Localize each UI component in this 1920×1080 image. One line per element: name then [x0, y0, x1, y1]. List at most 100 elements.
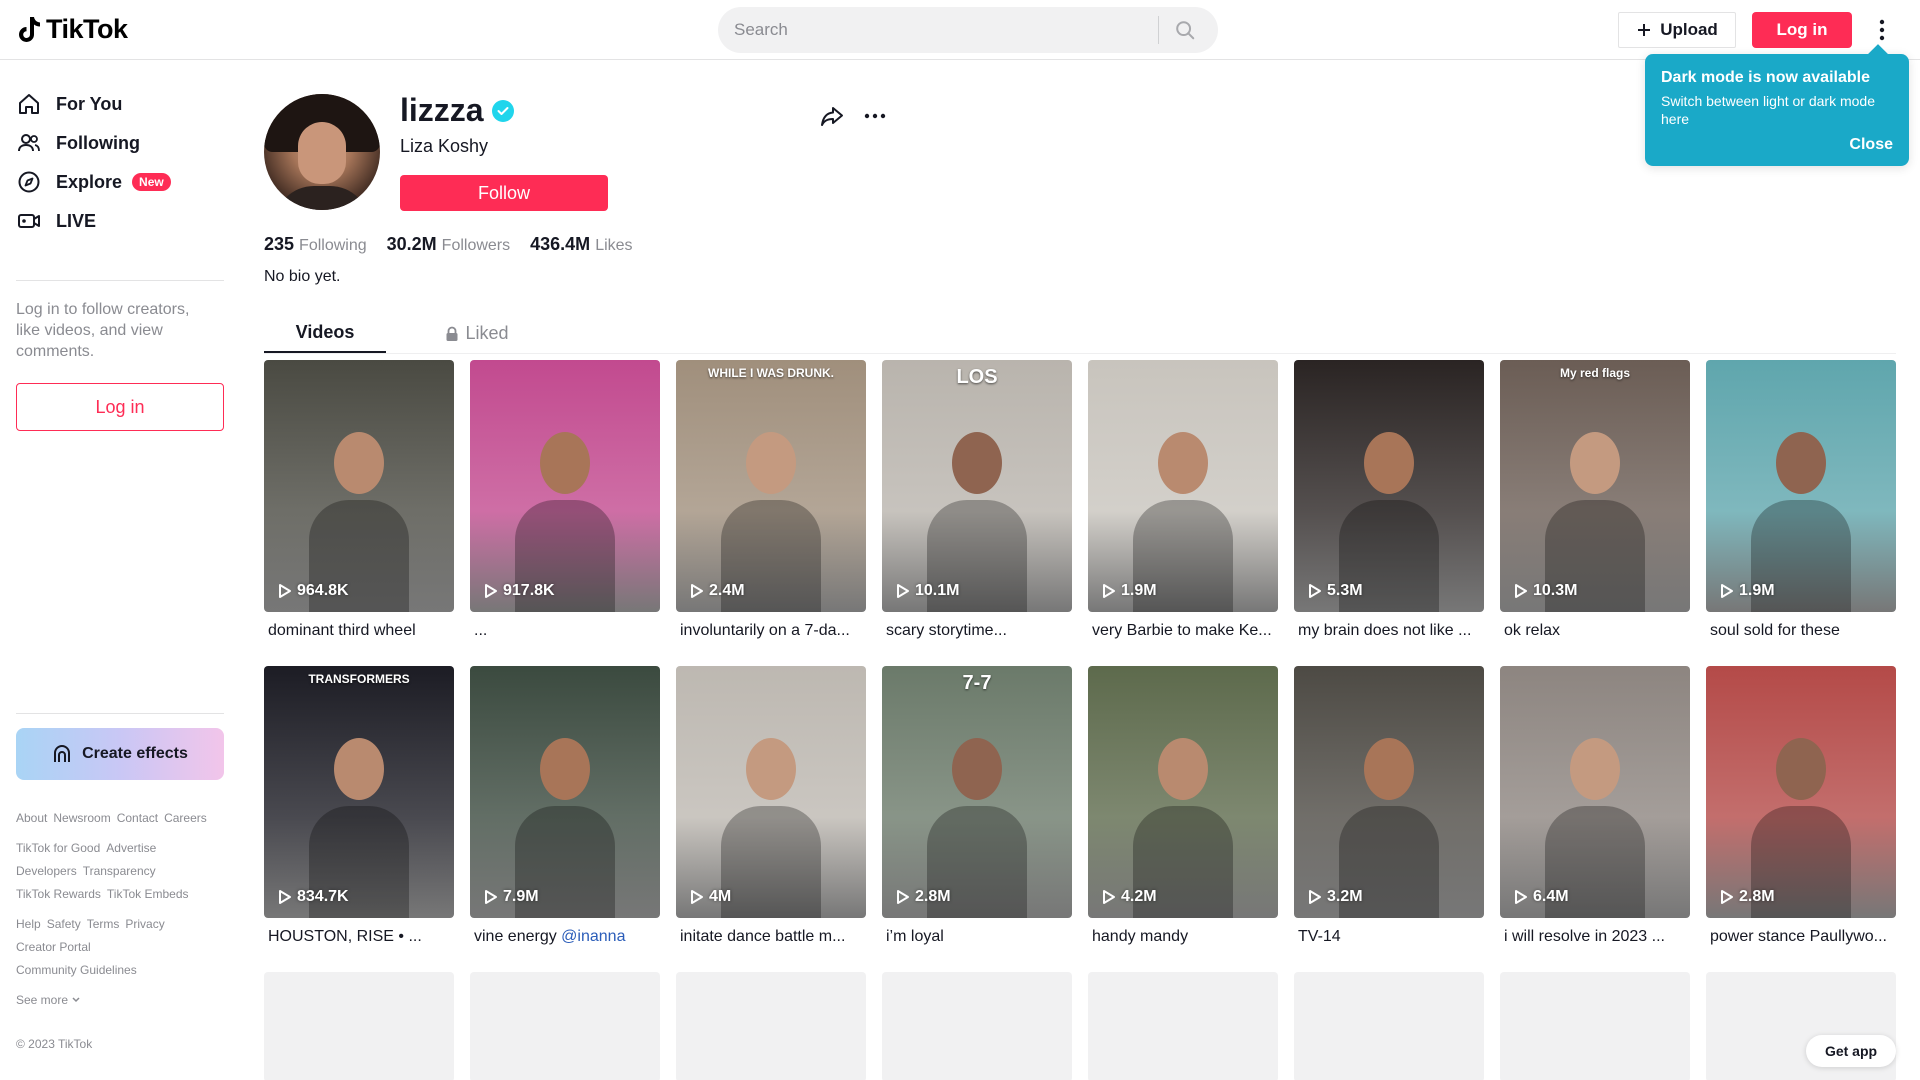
nav-for-you[interactable]: For You	[16, 84, 122, 124]
video-thumbnail[interactable]: WHILE I WAS DRUNK. 2.4M	[676, 360, 866, 612]
video-caption[interactable]: i’m loyal	[886, 928, 1072, 946]
video-thumbnail[interactable]: 4.2M	[1088, 666, 1278, 918]
play-icon	[485, 890, 497, 904]
tiktok-logo[interactable]: TikTok	[16, 14, 128, 45]
video-thumbnail[interactable]: 1.9M	[1088, 360, 1278, 612]
stat-value: 235	[264, 234, 295, 254]
view-count: 7.9M	[484, 888, 539, 906]
footer-link-tiktok-embeds[interactable]: TikTok Embeds	[107, 887, 189, 901]
video-caption[interactable]: scary storytime...	[886, 622, 1072, 640]
search-input[interactable]	[718, 7, 1158, 53]
video-caption[interactable]: soul sold for these	[1710, 622, 1896, 640]
footer-link-tiktok-for-good[interactable]: TikTok for Good	[16, 841, 100, 855]
get-app-button[interactable]: Get app	[1806, 1035, 1896, 1067]
footer-link-newsroom[interactable]: Newsroom	[53, 811, 110, 825]
video-caption[interactable]: very Barbie to make Ke...	[1092, 622, 1278, 640]
video-caption[interactable]: power stance Paullywo...	[1710, 928, 1896, 946]
stat-following[interactable]: 235 Following	[264, 234, 367, 255]
tiktok-logo-icon	[19, 16, 40, 42]
video-thumbnail[interactable]: 917.8K	[470, 360, 660, 612]
view-count-value: 6.4M	[1533, 888, 1569, 905]
video-caption[interactable]: ok relax	[1504, 622, 1690, 640]
share-button[interactable]	[818, 102, 846, 130]
footer-link-careers[interactable]: Careers	[164, 811, 207, 825]
tab-liked[interactable]: Liked	[416, 314, 538, 353]
footer-link-advertise[interactable]: Advertise	[106, 841, 156, 855]
caption-text: dominant third wheel	[268, 622, 416, 639]
footer-link-contact[interactable]: Contact	[117, 811, 158, 825]
profile-more-button[interactable]	[862, 104, 888, 128]
view-count-value: 1.9M	[1739, 582, 1775, 599]
video-thumbnail[interactable]: 7-7 2.8M	[882, 666, 1072, 918]
plus-icon	[1638, 24, 1651, 36]
footer-link-help[interactable]: Help	[16, 917, 41, 931]
video-thumbnail[interactable]: 7.9M	[470, 666, 660, 918]
video-thumbnail[interactable]: 5.3M	[1294, 360, 1484, 612]
more-menu-button[interactable]	[1872, 14, 1892, 46]
people-icon	[18, 134, 40, 152]
tooltip-close-button[interactable]: Close	[1849, 136, 1893, 154]
caption-mention-link[interactable]: @inanna	[561, 928, 625, 945]
profile-bio: No bio yet.	[264, 268, 341, 285]
nav-live[interactable]: LIVE	[16, 201, 96, 241]
view-count-value: 10.3M	[1533, 582, 1578, 599]
video-caption[interactable]: involuntarily on a 7-da...	[680, 622, 866, 640]
sidebar-login-button[interactable]: Log in	[16, 383, 224, 431]
footer-link-creator-portal[interactable]: Creator Portal	[16, 940, 91, 954]
stat-followers[interactable]: 30.2M Followers	[387, 234, 511, 255]
header-login-button[interactable]: Log in	[1752, 12, 1852, 48]
video-thumbnail[interactable]: 2.8M	[1706, 666, 1896, 918]
see-more-button[interactable]: See more	[16, 993, 81, 1007]
footer-row: Creator Portal	[16, 939, 97, 955]
sidebar: For You Following Explore New LIVE Log i…	[0, 60, 240, 1080]
video-thumbnail[interactable]: TRANSFORMERS 834.7K	[264, 666, 454, 918]
profile-stats: 235 Following 30.2M Followers 436.4M Likes	[264, 234, 633, 255]
video-caption[interactable]: initate dance battle m...	[680, 928, 866, 946]
nav-explore[interactable]: Explore New	[16, 162, 171, 202]
video-thumbnail[interactable]: 3.2M	[1294, 666, 1484, 918]
tab-videos[interactable]: Videos	[264, 314, 386, 353]
video-thumbnail[interactable]: 964.8K	[264, 360, 454, 612]
video-caption[interactable]: i will resolve in 2023 ...	[1504, 928, 1690, 946]
video-thumbnail[interactable]: 4M	[676, 666, 866, 918]
lock-icon	[446, 326, 458, 341]
footer-link-tiktok-rewards[interactable]: TikTok Rewards	[16, 887, 101, 901]
caption-text: involuntarily on a 7-da...	[680, 622, 850, 639]
search-bar	[718, 7, 1218, 53]
tooltip-body: Switch between light or dark mode here	[1661, 93, 1875, 127]
chevron-down-icon	[72, 997, 80, 1003]
view-count-value: 964.8K	[297, 582, 349, 599]
video-caption[interactable]: HOUSTON, RISE • ...	[268, 928, 454, 946]
footer-link-privacy[interactable]: Privacy	[125, 917, 164, 931]
footer-link-safety[interactable]: Safety	[47, 917, 81, 931]
more-vertical-icon	[1879, 19, 1885, 41]
video-caption[interactable]: dominant third wheel	[268, 622, 454, 640]
video-thumbnail[interactable]: My red flags 10.3M	[1500, 360, 1690, 612]
video-caption[interactable]: handy mandy	[1092, 928, 1278, 946]
footer-link-about[interactable]: About	[16, 811, 47, 825]
footer-link-developers[interactable]: Developers	[16, 864, 77, 878]
upload-button[interactable]: Upload	[1618, 12, 1736, 48]
video-caption[interactable]: my brain does not like ...	[1298, 622, 1484, 640]
nav-following[interactable]: Following	[16, 123, 140, 163]
video-caption[interactable]: ...	[474, 622, 660, 640]
thumbnail-overlay-text: 7-7	[962, 672, 992, 694]
video-thumbnail[interactable]: 1.9M	[1706, 360, 1896, 612]
footer-link-community-guidelines[interactable]: Community Guidelines	[16, 963, 137, 977]
thumbnail-figure-head	[1776, 432, 1826, 494]
view-count: 3.2M	[1308, 888, 1363, 906]
caption-text: soul sold for these	[1710, 622, 1840, 639]
tab-label: Liked	[465, 323, 509, 343]
search-button[interactable]	[1159, 7, 1211, 53]
video-placeholder	[1088, 972, 1278, 1080]
video-caption[interactable]: TV-14	[1298, 928, 1484, 946]
create-effects-button[interactable]: Create effects	[16, 728, 224, 780]
view-count: 2.8M	[1720, 888, 1775, 906]
footer-link-transparency[interactable]: Transparency	[83, 864, 156, 878]
footer-link-terms[interactable]: Terms	[87, 917, 120, 931]
video-caption[interactable]: vine energy @inanna	[474, 928, 660, 946]
video-thumbnail[interactable]: 6.4M	[1500, 666, 1690, 918]
view-count: 2.8M	[896, 888, 951, 906]
follow-button[interactable]: Follow	[400, 175, 608, 211]
video-thumbnail[interactable]: LOS 10.1M	[882, 360, 1072, 612]
